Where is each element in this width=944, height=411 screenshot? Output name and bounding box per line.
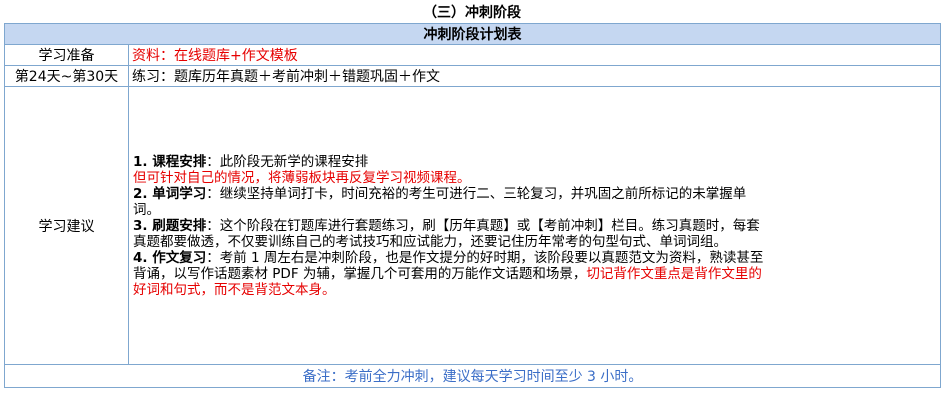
advice-item-1-title: 1. 课程安排 (133, 153, 207, 170)
table-row: 学习准备 资料：在线题库+作文模板 (4, 44, 941, 66)
plan-table: 冲刺阶段计划表 学习准备 资料：在线题库+作文模板 第24天~第30天 练习：题… (4, 23, 941, 388)
advice-item-2-title: 2. 单词学习 (133, 185, 207, 202)
advice-content: 1. 课程安排：此阶段无新学的课程安排 但可针对自己的情况，将薄弱板块再反复学习… (128, 86, 941, 365)
days-value: 练习：题库历年真题＋考前冲刺＋错题巩固＋作文 (128, 65, 941, 87)
table-header-row: 冲刺阶段计划表 (4, 23, 941, 45)
advice-item-3-title: 3. 刷题安排 (133, 217, 207, 234)
advice-item-4-title: 4. 作文复习 (133, 249, 207, 266)
days-label: 第24天~第30天 (4, 65, 129, 87)
table-caption: 冲刺阶段计划表 (4, 23, 941, 45)
advice-item-2: 2. 单词学习：继续坚持单词打卡，时间充裕的考生可进行二、三轮复习，并巩固之前所… (133, 186, 773, 218)
table-row: 备注：考前全力冲刺，建议每天学习时间至少 3 小时。 (4, 364, 941, 388)
advice-item-3: 3. 刷题安排：这个阶段在钉题库进行套题练习，刷【历年真题】或【考前冲刺】栏目。… (133, 218, 773, 250)
advice-item-2-text: ：继续坚持单词打卡，时间充裕的考生可进行二、三轮复习，并巩固之前所标记的未掌握单… (133, 185, 747, 218)
advice-item-1-red: 但可针对自己的情况，将薄弱板块再反复学习视频课程。 (133, 169, 471, 186)
prep-label: 学习准备 (4, 44, 129, 66)
plan-sheet: （三）冲刺阶段 冲刺阶段计划表 学习准备 资料：在线题库+作文模板 第24天~第… (4, 3, 941, 407)
advice-item-3-text: ：这个阶段在钉题库进行套题练习，刷【历年真题】或【考前冲刺】栏目。练习真题时，每… (133, 217, 760, 250)
advice-item-1: 1. 课程安排：此阶段无新学的课程安排 (133, 154, 773, 170)
advice-item-1-text: ：此阶段无新学的课程安排 (206, 153, 369, 170)
advice-label: 学习建议 (4, 86, 129, 365)
note-text: 备注：考前全力冲刺，建议每天学习时间至少 3 小时。 (4, 364, 941, 388)
prep-value: 资料：在线题库+作文模板 (128, 44, 941, 66)
table-row: 第24天~第30天 练习：题库历年真题＋考前冲刺＋错题巩固＋作文 (4, 65, 941, 87)
table-row: 学习建议 1. 课程安排：此阶段无新学的课程安排 但可针对自己的情况，将薄弱板块… (4, 86, 941, 365)
advice-item-4: 4. 作文复习：考前 1 周左右是冲刺阶段，也是作文提分的好时期，该阶段要以真题… (133, 250, 773, 298)
section-title: （三）冲刺阶段 (4, 3, 940, 23)
